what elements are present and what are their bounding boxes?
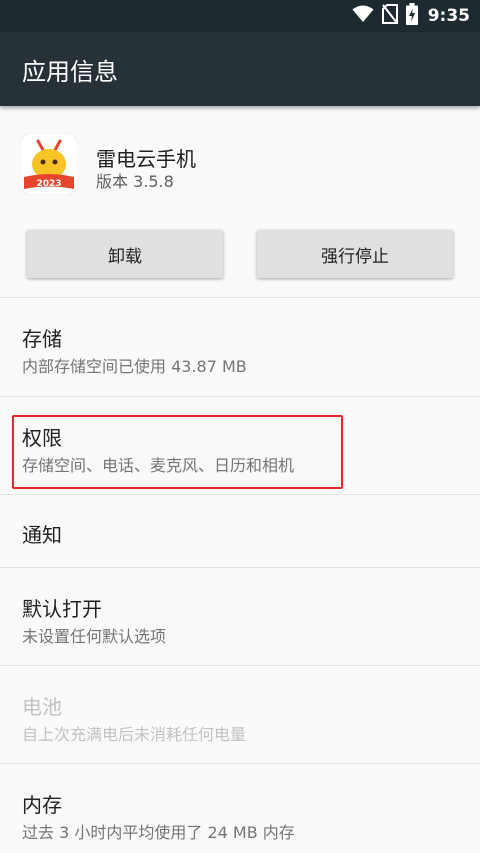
storage-subtitle: 内部存储空间已使用 43.87 MB [22, 357, 247, 376]
battery-subtitle: 自上次充满电后未消耗任何电量 [22, 725, 247, 744]
settings-item-battery: 电池 自上次充满电后未消耗任何电量 [0, 666, 480, 763]
status-icons: 9:35 [352, 0, 470, 32]
settings-item-open-by-default[interactable]: 默认打开 未设置任何默认选项 [0, 568, 480, 665]
settings-item-memory[interactable]: 内存 过去 3 小时内平均使用了 24 MB 内存 [0, 764, 480, 853]
open-by-default-subtitle: 未设置任何默认选项 [22, 627, 167, 646]
no-sim-icon [381, 4, 398, 28]
settings-item-storage[interactable]: 存储 内部存储空间已使用 43.87 MB [0, 298, 480, 396]
app-version: 版本 3.5.8 [96, 172, 174, 191]
battery-title: 电池 [22, 695, 62, 719]
battery-charging-icon [405, 3, 418, 29]
app-icon-badge: 2023 [36, 179, 61, 189]
highlight-box [12, 415, 343, 489]
status-time: 9:35 [427, 6, 470, 26]
page-title: 应用信息 [22, 58, 118, 86]
notifications-title: 通知 [22, 523, 62, 547]
memory-subtitle: 过去 3 小时内平均使用了 24 MB 内存 [22, 823, 295, 842]
storage-title: 存储 [22, 327, 62, 351]
memory-title: 内存 [22, 793, 62, 817]
app-header: 2023 雷电云手机 版本 3.5.8 [0, 106, 480, 206]
open-by-default-title: 默认打开 [22, 597, 102, 621]
status-bar: 9:35 [0, 0, 480, 32]
settings-item-notifications[interactable]: 通知 [0, 495, 480, 567]
app-icon: 2023 [19, 132, 79, 196]
force-stop-button[interactable]: 强行停止 [257, 230, 453, 278]
app-bar: 应用信息 [0, 32, 480, 106]
uninstall-button[interactable]: 卸载 [27, 230, 223, 278]
wifi-icon [352, 5, 374, 27]
